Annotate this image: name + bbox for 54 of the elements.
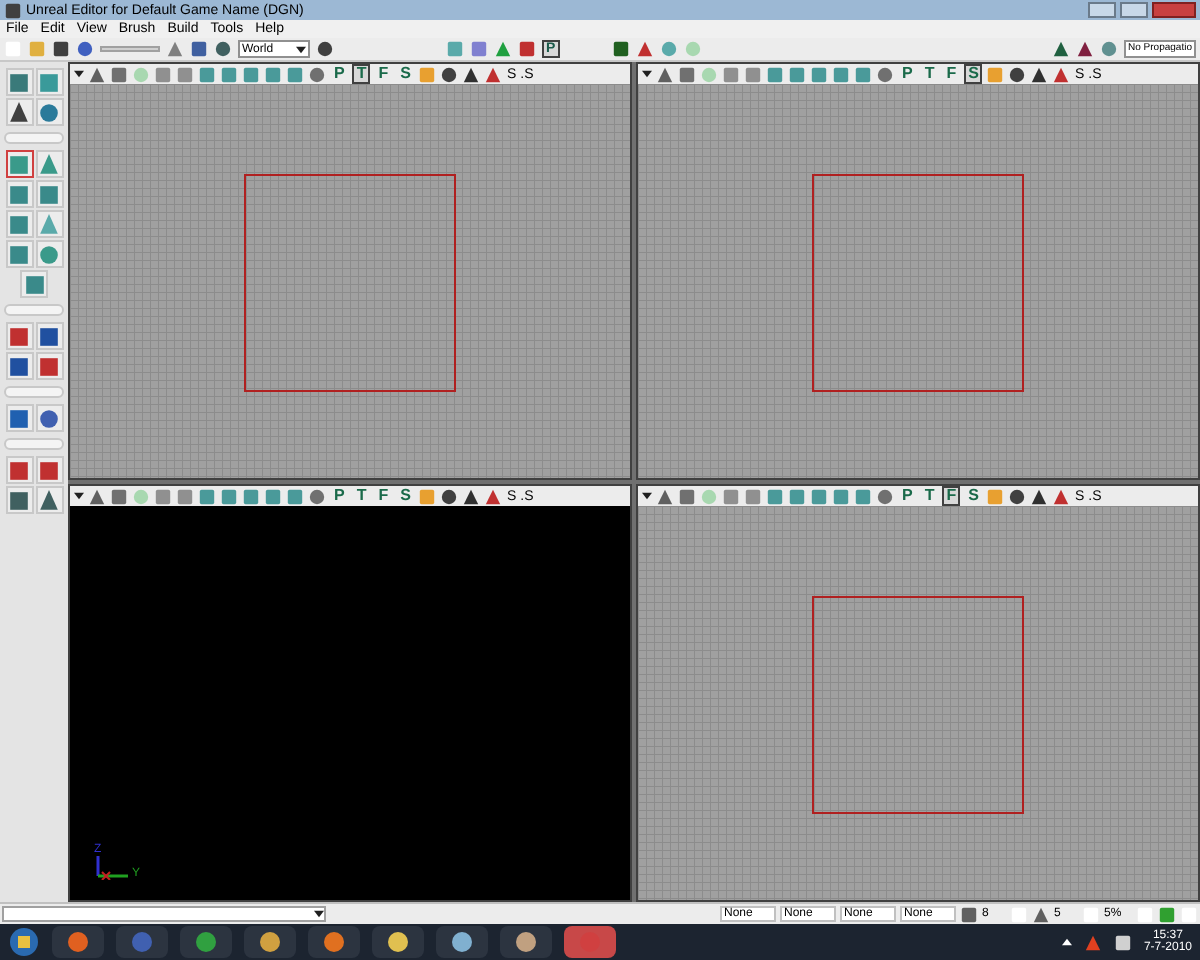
checkbox-icon[interactable] — [1180, 905, 1198, 923]
view-mode-button[interactable]: T — [920, 64, 939, 84]
view-mode-button[interactable]: S — [964, 486, 983, 506]
taskbar-app-button[interactable] — [180, 926, 232, 958]
view-mode-button[interactable]: S — [396, 486, 415, 506]
view-mode-button[interactable]: F — [374, 486, 393, 506]
taskbar-app-button[interactable] — [308, 926, 360, 958]
start-orb-icon[interactable] — [8, 926, 40, 958]
app-icon — [514, 930, 538, 954]
view-mode-button[interactable]: F — [942, 64, 961, 84]
cone-icon[interactable] — [35, 150, 63, 178]
command-field[interactable] — [2, 906, 326, 922]
square-icon[interactable] — [470, 40, 488, 58]
view-mode-button[interactable]: T — [920, 486, 939, 506]
view-mode-button[interactable]: F — [374, 64, 393, 84]
view-mode-button[interactable]: T — [352, 486, 371, 506]
view-mode-button[interactable]: P — [898, 486, 917, 506]
caret-icon[interactable] — [74, 70, 84, 78]
caret-icon[interactable] — [296, 45, 306, 53]
taskbar-app-button[interactable] — [436, 926, 488, 958]
view-mode-button[interactable]: P — [898, 64, 917, 84]
minimize-button[interactable] — [1088, 2, 1116, 18]
app-icon — [386, 930, 410, 954]
view-mode-button[interactable]: T — [352, 64, 371, 84]
checkbox-icon[interactable] — [1082, 905, 1100, 923]
view-mode-button[interactable]: F — [942, 486, 961, 506]
taskbar-app-button[interactable] — [52, 926, 104, 958]
sphere-icon[interactable] — [659, 40, 678, 58]
taskbar-app-button[interactable] — [372, 926, 424, 958]
slider-track[interactable] — [100, 46, 160, 52]
caret-icon[interactable] — [642, 492, 652, 500]
taskbar-app-button[interactable] — [244, 926, 296, 958]
caret-icon[interactable] — [74, 492, 84, 500]
app-icon — [322, 930, 346, 954]
app-icon — [66, 930, 90, 954]
view-mode-button[interactable]: P — [330, 64, 349, 84]
view-mode-button[interactable]: P — [330, 486, 349, 506]
caret-icon[interactable] — [314, 910, 324, 918]
taskbar-app-button[interactable] — [500, 926, 552, 958]
sphere-icon[interactable] — [35, 240, 63, 268]
close-button[interactable] — [1152, 2, 1196, 18]
checkbox-icon[interactable] — [1010, 905, 1028, 923]
caret-icon[interactable] — [642, 70, 652, 78]
app-icon[interactable] — [4, 1, 22, 19]
app-icon — [194, 930, 218, 954]
axis-gizmo-drawing — [94, 856, 130, 880]
app-icon — [130, 930, 154, 954]
app-icon — [450, 930, 474, 954]
app-icon — [258, 930, 282, 954]
maximize-button[interactable] — [1120, 2, 1148, 18]
view-mode-button[interactable]: S — [964, 64, 983, 84]
tray-arrow-icon[interactable] — [1061, 938, 1072, 946]
view-mode-button[interactable]: S — [396, 64, 415, 84]
checkbox-icon[interactable] — [1136, 905, 1154, 923]
